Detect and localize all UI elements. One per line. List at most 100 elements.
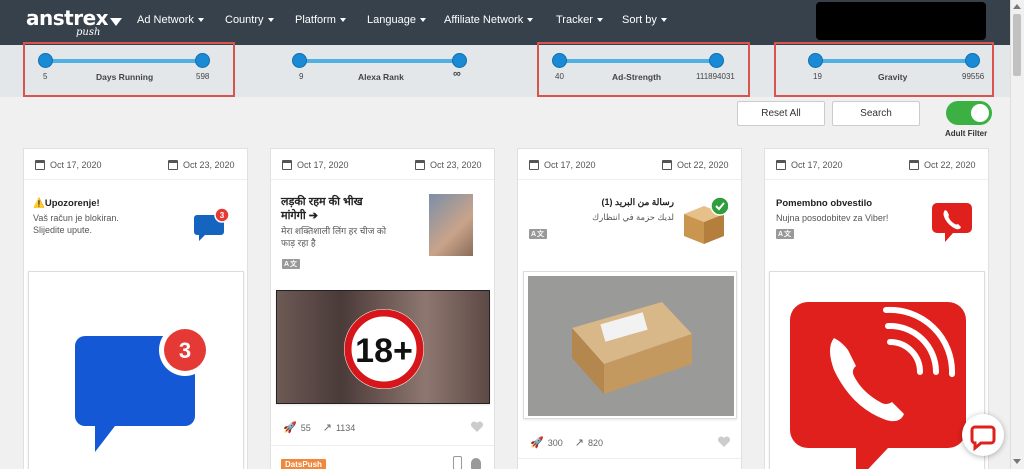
start-date: Oct 17, 2020 [776, 160, 843, 170]
ad-card[interactable]: Oct 17, 2020 Oct 23, 2020 ⚠️Upozorenje! … [23, 148, 248, 469]
nav-affiliate-network[interactable]: Affiliate Network [444, 14, 534, 26]
viber-logo-large [790, 302, 966, 469]
launch-count: 55 [300, 422, 311, 433]
slider-min-value: 9 [299, 72, 304, 81]
ad-title: ⚠️Upozorenje! [33, 198, 100, 209]
scrollbar-thumb[interactable] [1013, 14, 1021, 76]
ad-title: (1) رسالة من البريد [601, 197, 674, 207]
ad-stats: 🚀 300 ↗ 820 [530, 436, 603, 449]
logo-subtext: push [76, 27, 101, 38]
nav-language[interactable]: Language [367, 14, 426, 26]
ad-card[interactable]: Oct 17, 2020 Oct 23, 2020 लड़की रहम की भ… [270, 148, 495, 469]
scroll-up-icon[interactable] [1013, 4, 1021, 9]
translate-icon[interactable]: A文 [282, 259, 301, 269]
date-text: Oct 23, 2020 [183, 160, 235, 170]
slider-max-handle[interactable] [452, 53, 467, 68]
cardboard-box-image [528, 276, 734, 416]
heart-icon[interactable] [717, 436, 731, 448]
trend-icon: ↗ [574, 437, 584, 449]
search-button[interactable]: Search [832, 101, 920, 126]
title-line: लड़की रहम की भीख [281, 196, 363, 208]
age-label: 18+ [355, 332, 413, 370]
date-text: Oct 17, 2020 [50, 160, 102, 170]
viber-icon [928, 194, 976, 252]
ad-title: Pomembno obvestilo [776, 198, 873, 209]
adult-filter-toggle[interactable] [946, 101, 992, 125]
ad-description: Nujna posodobitev za Viber! [776, 213, 889, 223]
logo-dropdown-icon [110, 18, 123, 27]
start-date: Oct 17, 2020 [529, 160, 596, 170]
calendar-icon [35, 160, 45, 170]
calendar-icon [282, 160, 292, 170]
divider [518, 458, 741, 459]
nav-tracker[interactable]: Tracker [556, 14, 603, 26]
trend-count: 820 [587, 437, 603, 448]
highlight-box [774, 42, 994, 97]
end-date: Oct 23, 2020 [415, 160, 482, 170]
ad-description: لديك حزمة في انتظارك [592, 212, 674, 222]
nav-platform[interactable]: Platform [295, 14, 346, 26]
calendar-icon [662, 160, 672, 170]
nav-label: Language [367, 14, 416, 26]
rocket-icon: 🚀 [283, 422, 297, 434]
calendar-icon [909, 160, 919, 170]
date-text: Oct 17, 2020 [544, 160, 596, 170]
chat-bubble-icon: 3 [194, 207, 230, 241]
ad-description: मेरा शक्तिशाली लिंग हर चीज को फाड़ रहा ह… [281, 225, 386, 249]
calendar-icon [529, 160, 539, 170]
anstrex-logo[interactable]: anstrex push [26, 8, 123, 38]
date-text: Oct 23, 2020 [430, 160, 482, 170]
end-date: Oct 22, 2020 [909, 160, 976, 170]
trend-icon: ↗ [322, 422, 332, 434]
nav-label: Ad Network [137, 14, 194, 26]
reset-all-button[interactable]: Reset All [737, 101, 825, 126]
translate-icon[interactable]: A文 [529, 229, 548, 239]
calendar-icon [776, 160, 786, 170]
highlight-box [537, 42, 750, 97]
caret-down-icon [527, 18, 534, 23]
slider-label: Alexa Rank [358, 72, 404, 82]
calendar-icon [415, 160, 425, 170]
ad-network-badge: DatsPush [281, 459, 326, 469]
divider [271, 179, 494, 180]
date-text: Oct 17, 2020 [297, 160, 349, 170]
title-line: मांगेगी ➔ [281, 210, 318, 222]
redacted-user-area[interactable] [816, 2, 986, 40]
ad-creative-image[interactable]: 18+ [276, 290, 490, 404]
caret-down-icon [419, 18, 426, 23]
desc-line: Vaš račun je blokiran. [33, 213, 119, 223]
live-chat-button[interactable] [962, 414, 1004, 456]
ad-creative-image[interactable]: 3 [28, 271, 244, 469]
rocket-icon: 🚀 [530, 437, 544, 449]
nav-country[interactable]: Country [225, 14, 274, 26]
slider-min-handle[interactable] [292, 53, 307, 68]
ad-creative-image[interactable] [523, 271, 737, 419]
date-text: Oct 17, 2020 [791, 160, 843, 170]
start-date: Oct 17, 2020 [35, 160, 102, 170]
desc-line: Slijedite upute. [33, 225, 93, 235]
scroll-down-icon[interactable] [1013, 459, 1021, 464]
nav-label: Tracker [556, 14, 593, 26]
desc-line: मेरा शक्तिशाली लिंग हर चीज को [281, 226, 387, 236]
nav-label: Affiliate Network [444, 14, 524, 26]
nav-ad-network[interactable]: Ad Network [137, 14, 204, 26]
slider-max-value: ∞ [453, 68, 461, 80]
ad-creative-image[interactable] [769, 271, 985, 469]
caret-down-icon [339, 18, 346, 23]
slider-track[interactable] [299, 59, 461, 63]
nav-sort-by[interactable]: Sort by [622, 14, 667, 26]
date-text: Oct 22, 2020 [924, 160, 976, 170]
launch-count: 300 [547, 437, 563, 448]
start-date: Oct 17, 2020 [282, 160, 349, 170]
translate-icon[interactable]: A文 [776, 229, 795, 239]
ad-card[interactable]: Oct 17, 2020 Oct 22, 2020 (1) رسالة من ا… [517, 148, 742, 469]
end-date: Oct 22, 2020 [662, 160, 729, 170]
toggle-knob [971, 104, 989, 122]
heart-icon[interactable] [470, 421, 484, 433]
creative-badge-count: 3 [179, 338, 191, 363]
ad-card[interactable]: Oct 17, 2020 Oct 22, 2020 Pomembno obves… [764, 148, 989, 469]
slider-alexa-rank[interactable]: 9 Alexa Rank ∞ [292, 50, 472, 86]
date-text: Oct 22, 2020 [677, 160, 729, 170]
top-navbar: anstrex push Ad Network Country Platform… [0, 0, 1010, 45]
divider [24, 179, 247, 180]
